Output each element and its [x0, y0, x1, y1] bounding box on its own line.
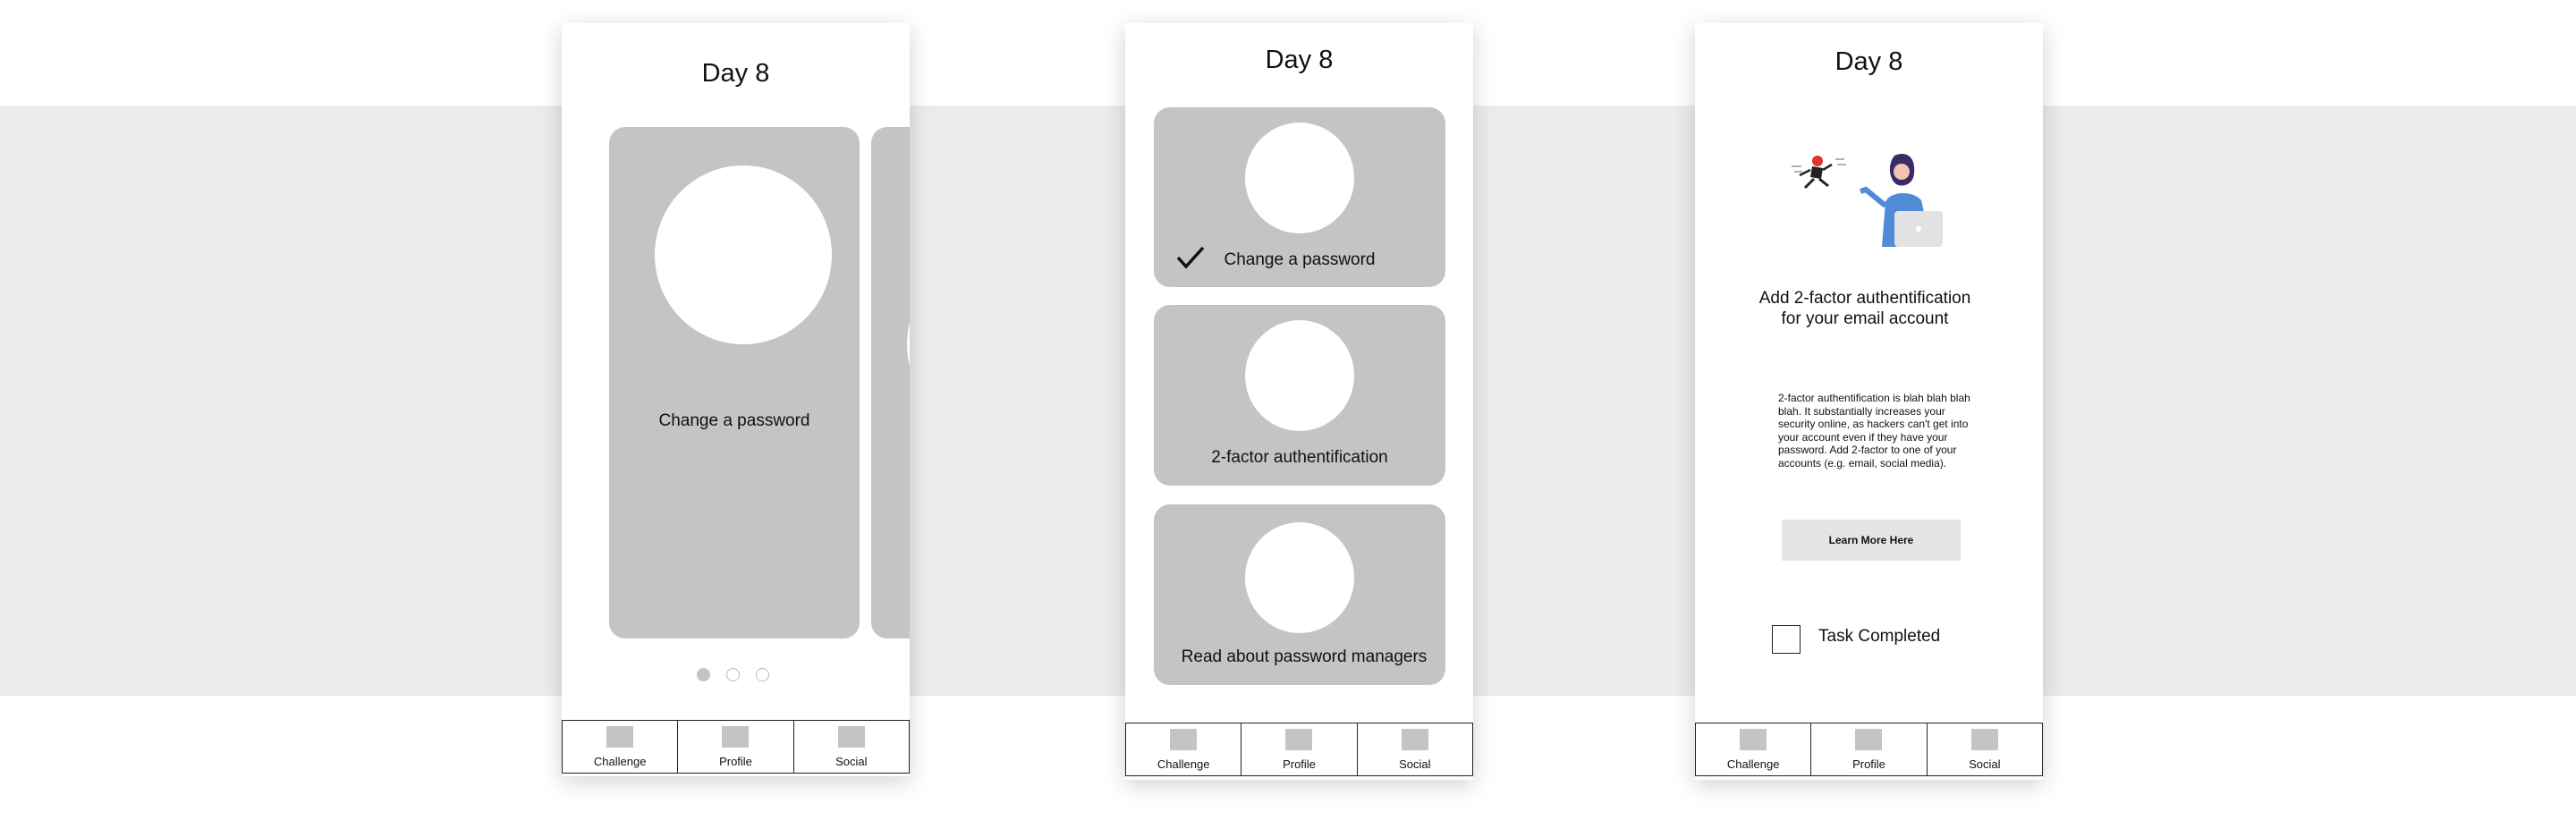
nav-label: Profile: [1852, 757, 1885, 771]
bottom-nav: Challenge Profile Social: [562, 720, 910, 774]
carousel-pagination: [697, 668, 769, 681]
nav-label: Social: [1969, 757, 2001, 771]
next-challenge-card-peek[interactable]: [871, 127, 910, 639]
nav-item-social[interactable]: Social: [1926, 723, 2043, 775]
nav-item-challenge[interactable]: Challenge: [562, 721, 677, 773]
screen-challenge-list: Day 8 Change a password 2-factor authent…: [1125, 23, 1473, 780]
pagination-dot-active[interactable]: [697, 668, 710, 681]
nav-label: Social: [1399, 757, 1431, 771]
nav-item-challenge[interactable]: Challenge: [1695, 723, 1810, 775]
challenge-card[interactable]: Change a password: [609, 127, 860, 639]
nav-item-profile[interactable]: Profile: [1810, 723, 1926, 775]
placeholder-icon: [1170, 729, 1198, 750]
page-title: Day 8: [701, 59, 770, 88]
placeholder-icon: [1740, 729, 1767, 750]
nav-label: Profile: [1283, 757, 1316, 771]
challenge-card-2fa[interactable]: 2-factor authentification: [1154, 305, 1445, 486]
placeholder-icon: [837, 726, 865, 748]
pagination-dot[interactable]: [726, 668, 740, 681]
task-completed-label: Task Completed: [1818, 627, 1941, 646]
card-image-placeholder: [1245, 522, 1354, 633]
task-completed-checkbox[interactable]: [1772, 625, 1801, 654]
placeholder-icon: [1970, 729, 1998, 750]
card-image-placeholder: [907, 255, 910, 434]
nav-label: Profile: [719, 755, 752, 768]
task-heading-line: for your email account: [1781, 309, 1949, 328]
card-label: 2-factor authentification: [1211, 448, 1388, 467]
screen-challenge-carousel: Day 8 Change a password Challenge Profil…: [562, 23, 910, 776]
learn-more-button[interactable]: Learn More Here: [1782, 520, 1961, 561]
placeholder-icon: [722, 726, 750, 748]
page-title: Day 8: [1835, 47, 1903, 76]
task-heading: Add 2-factor authentification for your e…: [1731, 288, 1999, 329]
card-image-placeholder: [1245, 320, 1354, 431]
task-heading-line: Add 2-factor authentification: [1758, 289, 1971, 308]
card-image-placeholder: [1245, 123, 1354, 233]
placeholder-icon: [1285, 729, 1313, 750]
bottom-nav: Challenge Profile Social: [1125, 723, 1473, 776]
nav-item-challenge[interactable]: Challenge: [1125, 723, 1241, 775]
nav-label: Challenge: [1726, 757, 1780, 771]
nav-item-profile[interactable]: Profile: [1241, 723, 1356, 775]
nav-item-social[interactable]: Social: [792, 721, 910, 773]
task-description: 2-factor authentification is blah blah b…: [1778, 392, 1970, 469]
card-label: Read about password managers: [1181, 647, 1428, 666]
card-image-placeholder: [655, 165, 832, 344]
screen-challenge-detail: Day 8 Add 2-factor authentification for …: [1695, 23, 2043, 780]
nav-label: Challenge: [593, 755, 647, 768]
nav-item-social[interactable]: Social: [1356, 723, 1473, 775]
hacker-illustration: [1792, 154, 1943, 247]
nav-label: Challenge: [1157, 757, 1210, 771]
card-label: Change a password: [1224, 250, 1376, 269]
nav-label: Social: [835, 755, 868, 768]
pagination-dot[interactable]: [756, 668, 769, 681]
page-title: Day 8: [1265, 46, 1334, 74]
placeholder-icon: [606, 726, 634, 748]
nav-item-profile[interactable]: Profile: [677, 721, 792, 773]
challenge-card-password-managers[interactable]: Read about password managers: [1154, 504, 1445, 685]
placeholder-icon: [1401, 729, 1428, 750]
bottom-nav: Challenge Profile Social: [1695, 723, 2043, 776]
challenge-card-change-password[interactable]: Change a password: [1154, 107, 1445, 287]
placeholder-icon: [1855, 729, 1883, 750]
card-label: Change a password: [658, 411, 810, 430]
